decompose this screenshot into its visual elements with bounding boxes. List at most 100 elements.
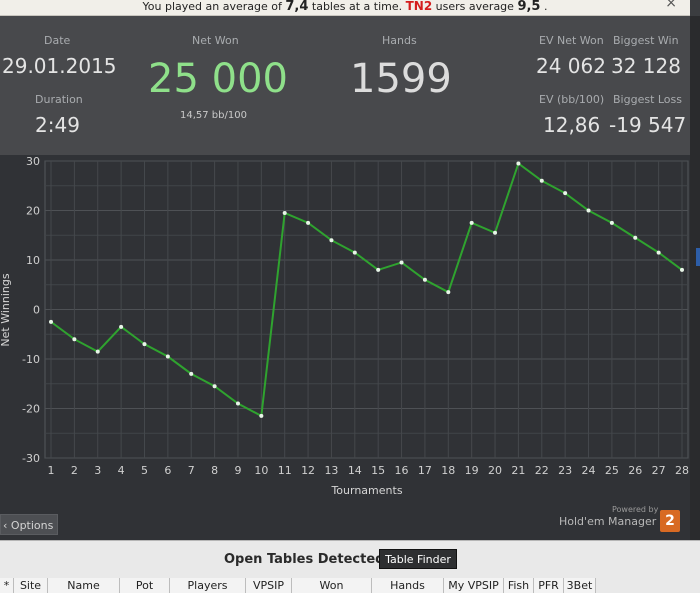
column-header-site[interactable]: Site xyxy=(14,578,48,593)
data-point[interactable] xyxy=(306,220,311,225)
data-point[interactable] xyxy=(563,191,568,196)
open-tables-title: Open Tables Detected xyxy=(224,552,385,567)
x-tick-label: 24 xyxy=(582,464,596,477)
data-point[interactable] xyxy=(189,371,194,376)
column-header-pot[interactable]: Pot xyxy=(120,578,170,593)
data-point[interactable] xyxy=(469,220,474,225)
x-tick-label: 7 xyxy=(188,464,195,477)
notice-pre: You played an average of xyxy=(142,0,286,13)
x-tick-label: 13 xyxy=(324,464,338,477)
x-tick-label: 16 xyxy=(395,464,409,477)
group-name: TN2 xyxy=(405,0,433,13)
date-label: Date xyxy=(44,34,71,47)
data-point[interactable] xyxy=(399,260,404,265)
column-header-3bet[interactable]: 3Bet xyxy=(564,578,596,593)
y-tick-label: 10 xyxy=(26,254,40,267)
x-tick-label: 18 xyxy=(441,464,455,477)
column-header-vpsip[interactable]: VPSIP xyxy=(246,578,292,593)
data-point[interactable] xyxy=(119,324,124,329)
x-tick-label: 4 xyxy=(118,464,125,477)
data-point[interactable] xyxy=(376,267,381,272)
data-point[interactable] xyxy=(49,319,53,324)
group-average: 9,5 xyxy=(517,0,541,14)
netwon-value: 25 000 xyxy=(148,56,288,102)
close-notice-button[interactable]: × xyxy=(665,0,677,10)
data-point[interactable] xyxy=(329,238,334,243)
data-point[interactable] xyxy=(212,384,217,389)
data-point[interactable] xyxy=(493,230,498,235)
data-point[interactable] xyxy=(165,354,170,359)
notice-end: . xyxy=(540,0,548,13)
arrow-left-icon: ‹ xyxy=(3,519,8,532)
data-point[interactable] xyxy=(259,413,264,418)
data-point[interactable] xyxy=(680,267,684,272)
x-tick-label: 8 xyxy=(211,464,218,477)
x-tick-label: 25 xyxy=(605,464,619,477)
x-tick-label: 12 xyxy=(301,464,315,477)
options-button[interactable]: ‹ Options xyxy=(0,514,58,535)
x-tick-label: 26 xyxy=(628,464,642,477)
hm2-session-window: You played an average of 7,4 tables at a… xyxy=(0,0,700,593)
column-header-players[interactable]: Players xyxy=(170,578,246,593)
tables-average: 7,4 xyxy=(285,0,309,14)
x-tick-label: 27 xyxy=(652,464,666,477)
column-header-star[interactable]: * xyxy=(0,578,14,593)
hands-label: Hands xyxy=(382,34,417,47)
data-point[interactable] xyxy=(282,210,287,215)
data-point[interactable] xyxy=(352,250,357,255)
biggest-loss-value: -19 547 xyxy=(609,113,687,137)
column-header-name[interactable]: Name xyxy=(48,578,120,593)
ev-bb-value: 12,86 xyxy=(543,113,601,137)
data-point[interactable] xyxy=(586,208,591,213)
x-tick-label: 19 xyxy=(465,464,479,477)
date-value: 29.01.2015 xyxy=(2,54,117,78)
x-tick-label: 10 xyxy=(254,464,268,477)
data-point[interactable] xyxy=(656,250,661,255)
column-header-won[interactable]: Won xyxy=(292,578,372,593)
x-tick-label: 9 xyxy=(234,464,241,477)
data-point[interactable] xyxy=(539,178,544,183)
x-tick-label: 15 xyxy=(371,464,385,477)
column-header-pfr[interactable]: PFR xyxy=(534,578,564,593)
ev-netwon-label: EV Net Won xyxy=(539,34,604,47)
table-finder-button[interactable]: Table Finder xyxy=(379,549,457,569)
y-ticks: -30 -20 -10 0 10 20 30 xyxy=(22,155,40,465)
y-tick-label: -30 xyxy=(22,452,40,465)
data-point[interactable] xyxy=(422,277,427,282)
column-header-my-vpsip[interactable]: My VPSIP xyxy=(444,578,504,593)
column-header-fish[interactable]: Fish xyxy=(504,578,534,593)
y-tick-label: -10 xyxy=(22,353,40,366)
net-winnings-chart: -30 -20 -10 0 10 20 30 1 2 3 4 5 6 7 8 9 10 11 12 13 14 15 16… xyxy=(0,155,690,540)
column-header-hands[interactable]: Hands xyxy=(372,578,444,593)
biggest-win-label: Biggest Win xyxy=(613,34,679,47)
biggest-win-value: 32 128 xyxy=(611,54,681,78)
duration-value: 2:49 xyxy=(35,113,80,137)
data-point[interactable] xyxy=(446,290,451,295)
x-tick-label: 6 xyxy=(164,464,171,477)
hm2-logo-icon: 2 xyxy=(660,510,680,532)
x-tick-label: 23 xyxy=(558,464,572,477)
duration-label: Duration xyxy=(35,93,83,106)
data-point[interactable] xyxy=(609,220,614,225)
biggest-loss-label: Biggest Loss xyxy=(613,93,683,106)
data-point[interactable] xyxy=(235,401,240,406)
x-tick-label: 28 xyxy=(675,464,689,477)
data-point[interactable] xyxy=(516,161,521,166)
powered-by-text: Powered by xyxy=(612,505,659,514)
data-point[interactable] xyxy=(142,342,147,347)
chart-svg: -30-20-100102030 1 2 3 4 5 6 7 8 9 10 11 12 13 14 15 16… xyxy=(0,155,689,497)
ev-bb-label: EV (bb/100) xyxy=(539,93,605,106)
data-point[interactable] xyxy=(633,235,638,240)
hands-value: 1599 xyxy=(350,56,452,102)
x-tick-label: 5 xyxy=(141,464,148,477)
y-tick-label: 0 xyxy=(33,304,40,317)
x-tick-label: 1 xyxy=(48,464,55,477)
y-tick-label: 20 xyxy=(26,205,40,218)
data-point[interactable] xyxy=(95,349,100,354)
scroll-marker[interactable] xyxy=(696,248,700,266)
notice-post: users average xyxy=(432,0,518,13)
options-label: Options xyxy=(10,519,54,532)
data-point[interactable] xyxy=(72,337,77,342)
y-axis-title: Net Winnings xyxy=(0,273,12,346)
x-tick-label: 11 xyxy=(278,464,292,477)
